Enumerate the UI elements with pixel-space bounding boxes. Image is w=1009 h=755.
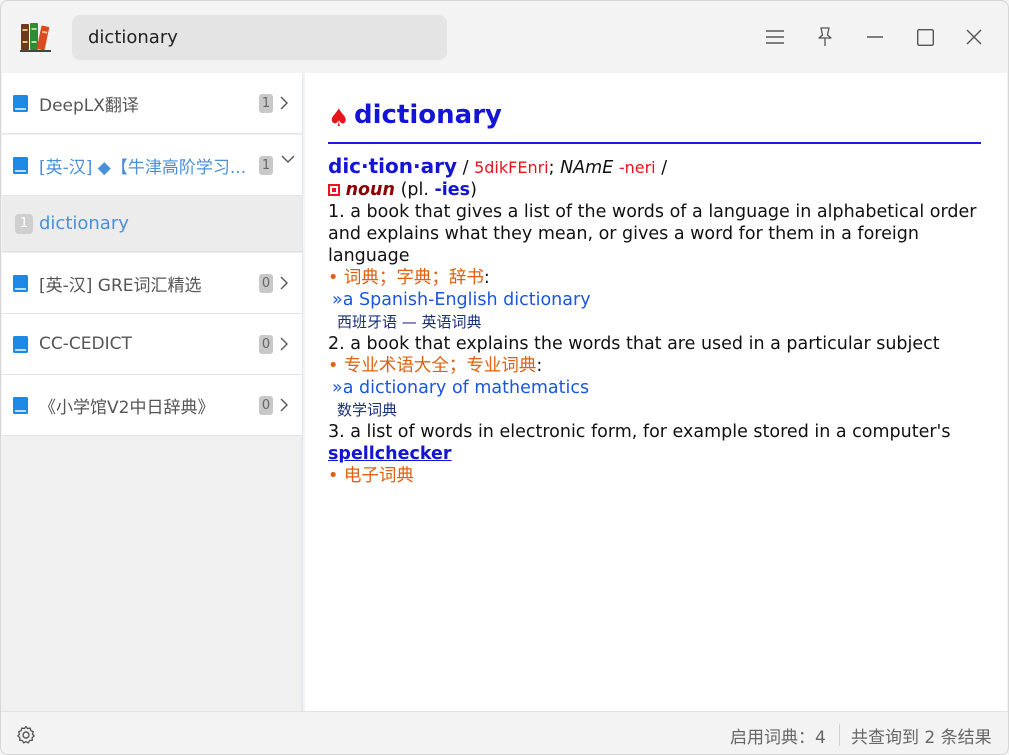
- chevron-right-icon: [280, 337, 288, 351]
- status-divider: [839, 724, 840, 746]
- minimize-button[interactable]: [860, 22, 890, 52]
- entry-content: ♠ dictionary dic·tion·ary / 5dikFEnri; N…: [305, 73, 1007, 711]
- app-window: DeepLX翻译 1 [英-汉] ◆【牛津高阶学习... 1 1 diction…: [0, 0, 1009, 755]
- plural-prefix: (pl.: [400, 180, 429, 200]
- result-count-badge: 0: [259, 395, 273, 415]
- pron-slash-end: /: [661, 158, 668, 178]
- sense-2-translation: • 专业术语大全；专业词典:: [328, 356, 543, 376]
- sense-1-translation: • 词典；字典；辞书:: [328, 268, 490, 288]
- chevron-right-icon: [280, 96, 288, 110]
- chevron-down-icon: [281, 155, 295, 163]
- result-count-badge: 0: [259, 334, 273, 354]
- spade-icon: ♠: [328, 104, 350, 132]
- result-count-badge: 1: [259, 93, 273, 113]
- pin-button[interactable]: [810, 22, 840, 52]
- plural-suffix: ): [470, 180, 477, 200]
- result-count: 共查询到 2 条结果: [851, 728, 992, 748]
- menu-button[interactable]: [760, 22, 790, 52]
- sense-translation-text: • 词典；字典；辞书: [328, 268, 484, 288]
- pos-line: noun (pl. -ies): [328, 179, 988, 201]
- sense-1-def: 1. a book that gives a list of the words…: [328, 202, 977, 266]
- sense-3-def: 3. a list of words in electronic form, f…: [328, 422, 951, 442]
- entry-body: dic·tion·ary / 5dikFEnri; NAmE -neri / n…: [328, 155, 988, 487]
- book-icon: [13, 335, 28, 353]
- sense-1-example: »a Spanish-English dictionary: [332, 290, 591, 310]
- maximize-button[interactable]: [910, 22, 940, 52]
- enabled-dict-count: 启用词典：4: [730, 728, 826, 748]
- entry-header: ♠ dictionary: [328, 98, 981, 144]
- dict-item-label: [英-汉] GRE词汇精选: [39, 275, 202, 296]
- title-bar: [1, 1, 1008, 73]
- book-icon: [13, 396, 28, 414]
- close-icon: [966, 29, 982, 45]
- close-button[interactable]: [959, 22, 989, 52]
- dict-item-deeplx[interactable]: DeepLX翻译 1: [2, 73, 302, 134]
- status-bar: 启用词典：4 共查询到 2 条结果: [1, 711, 1008, 754]
- result-count-badge: 1: [259, 155, 273, 175]
- dict-item-shogakukan[interactable]: 《小学馆V2中日辞典》 0: [2, 375, 302, 436]
- book-icon: [13, 274, 28, 292]
- sense-2-def: 2. a book that explains the words that a…: [328, 334, 940, 354]
- pronunciation-name: -neri: [618, 158, 656, 177]
- dict-item-label: [英-汉] ◆【牛津高阶学习...: [39, 157, 247, 178]
- dict-item-label: 《小学馆V2中日辞典》: [39, 397, 215, 418]
- sense-3-translation: • 电子词典: [328, 466, 414, 486]
- dict-item-gre[interactable]: [英-汉] GRE词汇精选 0: [2, 253, 302, 314]
- pos-marker-icon: [328, 184, 340, 196]
- pron-slash: /: [462, 158, 469, 178]
- word-index-badge: 1: [15, 213, 33, 234]
- headword-line: dic·tion·ary / 5dikFEnri; NAmE -neri /: [328, 155, 988, 179]
- dict-item-cc-cedict[interactable]: CC-CEDICT 0: [2, 314, 302, 375]
- chevron-right-icon: [280, 276, 288, 290]
- region-label: NAmE: [560, 158, 614, 178]
- part-of-speech: noun: [345, 180, 395, 200]
- dictionary-sidebar: DeepLX翻译 1 [英-汉] ◆【牛津高阶学习... 1 1 diction…: [2, 73, 303, 711]
- entry-title: dictionary: [354, 100, 502, 130]
- word-item-dictionary[interactable]: 1 dictionary: [2, 196, 302, 252]
- minimize-icon: [867, 36, 883, 38]
- pronunciation-bre: 5dikFEnri: [474, 158, 549, 177]
- books-app-icon: [20, 21, 53, 52]
- pron-separator: ;: [548, 158, 555, 178]
- result-count-badge: 0: [259, 273, 273, 293]
- chevron-right-icon: [280, 398, 288, 412]
- sense-2-example-translation: 数学词典: [337, 401, 398, 419]
- sense-translation-text: • 专业术语大全；专业词典: [328, 356, 537, 376]
- word-item-label: dictionary: [39, 213, 129, 234]
- dict-item-oxford[interactable]: [英-汉] ◆【牛津高阶学习... 1: [2, 135, 302, 196]
- spellchecker-link[interactable]: spellchecker: [328, 444, 452, 464]
- search-input[interactable]: [72, 15, 447, 60]
- sense-2-example: »a dictionary of mathematics: [332, 378, 590, 398]
- headword: dic·tion·ary: [328, 154, 458, 178]
- dict-item-label: CC-CEDICT: [39, 334, 132, 354]
- dict-item-label: DeepLX翻译: [39, 95, 139, 116]
- pin-icon: [818, 27, 832, 46]
- plural-form: -ies: [434, 180, 471, 200]
- maximize-icon: [916, 28, 934, 46]
- sense-1-example-translation: 西班牙语 — 英语词典: [337, 313, 482, 331]
- book-icon: [13, 94, 28, 112]
- book-icon: [13, 156, 28, 174]
- hamburger-icon: [766, 30, 784, 44]
- gear-icon[interactable]: [16, 725, 36, 745]
